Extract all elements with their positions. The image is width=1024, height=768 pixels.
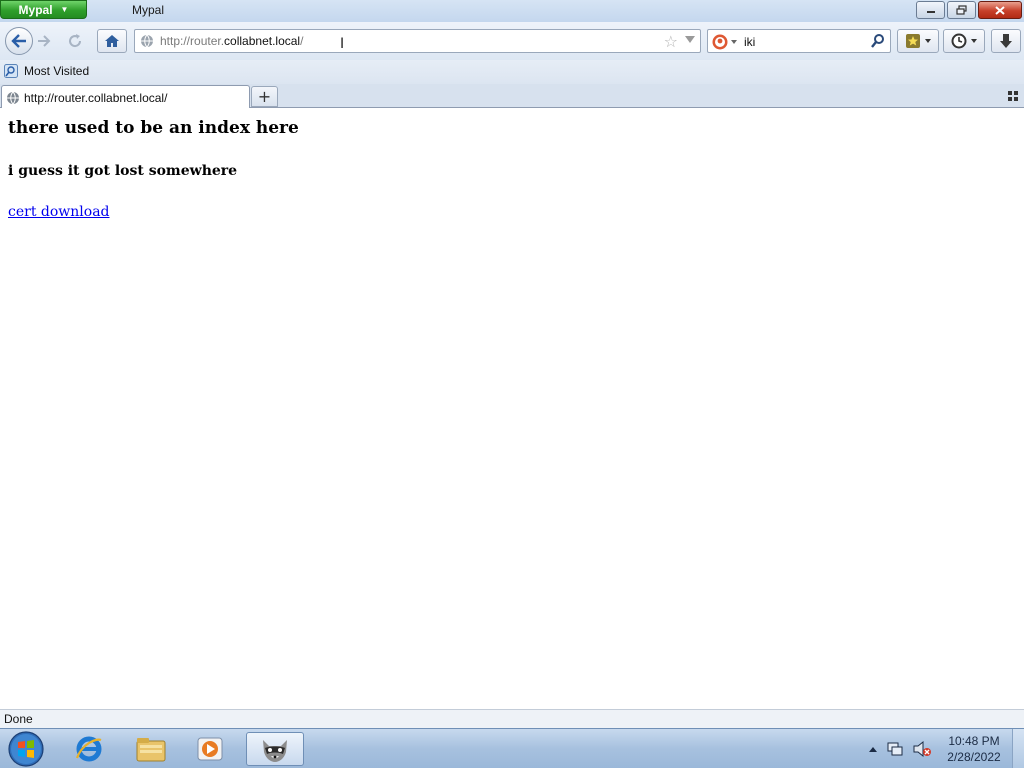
grid-dot [1008,91,1012,95]
bookmark-most-visited[interactable]: Most Visited [4,64,89,78]
start-button[interactable] [6,730,46,768]
restore-button[interactable] [947,1,976,19]
bookmarks-star-icon [906,34,920,48]
clock-icon [951,33,967,49]
app-menu-button[interactable]: Mypal ▼ [0,0,87,19]
url-bar[interactable]: http://router.collabnet.local/ ☆ [134,29,701,53]
internet-explorer-icon [75,736,102,762]
back-button[interactable] [5,27,33,55]
clock-date: 2/28/2022 [947,750,1001,764]
most-visited-icon [4,64,18,78]
media-player-icon [197,737,223,761]
minimize-button[interactable] [916,1,945,19]
search-input[interactable] [744,33,864,50]
list-all-tabs-button[interactable] [1008,91,1018,101]
bookmark-label: Most Visited [24,64,90,78]
grid-dot [1008,97,1012,101]
search-bar [707,29,891,53]
close-icon [995,5,1005,15]
status-bar: Done [0,709,1024,728]
globe-icon [7,91,19,104]
window-controls [916,1,1022,19]
tab-active[interactable]: http://router.collabnet.local/ [1,85,250,109]
page-subheading: i guess it got lost somewhere [8,163,238,179]
duckduckgo-icon[interactable] [712,34,728,50]
taskbar-clock[interactable]: 10:48 PM 2/28/2022 [944,733,1004,765]
home-button[interactable] [97,29,127,53]
reload-button[interactable] [64,31,86,51]
title-bar: Mypal ▼ Mypal [0,0,1024,22]
system-tray [868,729,932,768]
bookmarks-toolbar: Most Visited [0,60,1024,84]
navigation-toolbar: http://router.collabnet.local/ ☆ [0,22,1024,60]
new-tab-button[interactable]: + [251,86,278,107]
home-icon [105,35,119,47]
network-icon[interactable] [886,740,904,758]
page-heading: there used to be an index here [8,118,299,138]
search-magnifier-icon[interactable] [870,33,886,49]
search-engine-dropdown-icon[interactable] [731,40,737,44]
plus-icon: + [257,87,272,106]
show-hidden-icons-button[interactable] [868,745,878,753]
site-identity-globe-icon [141,34,153,48]
grid-dot [1014,91,1018,95]
taskbar-internet-explorer[interactable] [64,732,114,766]
cert-download-link[interactable]: cert download [8,204,110,220]
forward-button[interactable] [34,32,54,50]
url-suffix: / [300,34,304,48]
reload-icon [69,34,82,48]
show-desktop-button[interactable] [1012,729,1024,768]
restore-icon [955,5,967,15]
back-arrow-icon [11,34,26,48]
chevron-down-icon: ▼ [60,5,69,14]
url-prefix: http://router. [160,34,225,48]
grid-dot [1014,97,1018,101]
chevron-down-icon [971,39,977,43]
tab-label: http://router.collabnet.local/ [24,90,168,105]
app-menu-label: Mypal [18,2,53,17]
clock-time: 10:48 PM [948,734,1000,748]
mypal-raccoon-icon [263,740,287,762]
status-text: Done [4,712,33,726]
minimize-icon [926,11,935,13]
taskbar: 10:48 PM 2/28/2022 [0,728,1024,768]
url-text[interactable]: http://router.collabnet.local/ [160,34,303,48]
taskbar-mypal[interactable] [246,732,304,766]
window-title: Mypal [132,3,165,17]
url-history-dropdown[interactable] [685,36,695,43]
forward-arrow-icon [38,35,51,47]
volume-muted-icon[interactable] [912,740,932,758]
taskbar-file-explorer[interactable] [126,732,176,766]
bookmark-star-icon[interactable]: ☆ [664,32,678,51]
url-host: collabnet.local [224,34,301,48]
history-button[interactable] [943,29,985,53]
close-button[interactable] [978,1,1022,19]
bookmarks-menu-button[interactable] [897,29,939,53]
taskbar-media-player[interactable] [186,732,236,766]
file-explorer-icon [136,738,166,762]
tab-strip: http://router.collabnet.local/ + [0,84,1024,109]
downloads-button[interactable] [991,29,1021,53]
text-cursor-icon: I [340,36,345,52]
download-arrow-icon [1000,34,1012,48]
chevron-down-icon [925,39,931,43]
page-content: there used to be an index here i guess i… [0,108,1024,709]
